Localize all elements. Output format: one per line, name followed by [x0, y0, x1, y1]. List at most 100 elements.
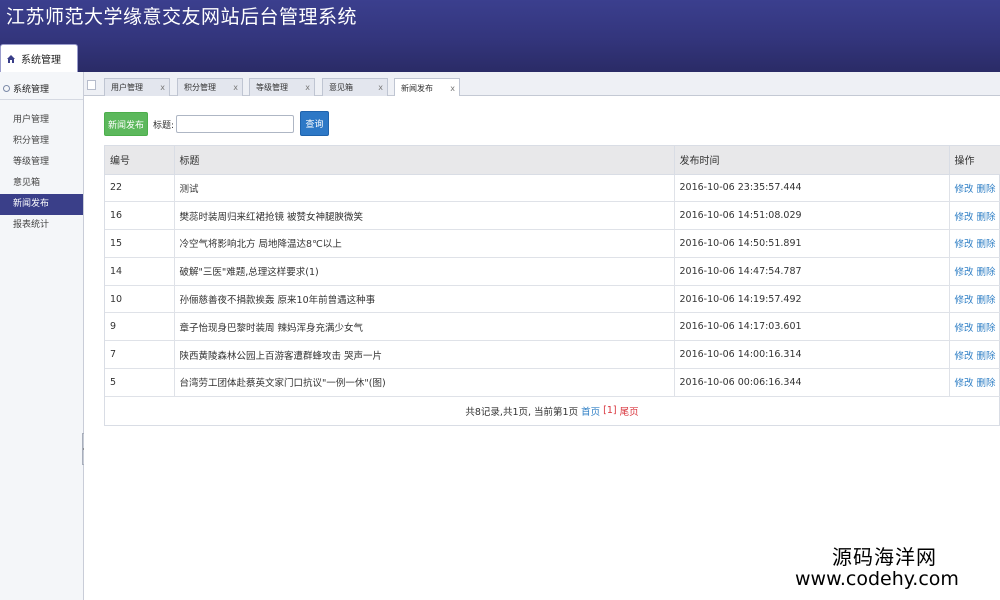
- cell-title: 冷空气将影响北方 局地降温达8℃以上: [174, 229, 675, 258]
- sidebar-item-feedback-box[interactable]: 意见箱: [0, 173, 83, 194]
- delete-link[interactable]: 删除: [977, 184, 996, 195]
- sidebar-group-header[interactable]: 系统管理: [0, 78, 83, 100]
- edit-link[interactable]: 修改: [955, 212, 974, 223]
- close-icon[interactable]: x: [233, 83, 238, 92]
- cell-actions: 修改 删除: [949, 174, 1000, 203]
- cell-title: 樊蕊时装周归来红裙抢镜 被赞女神腿腴微笑: [174, 201, 675, 231]
- cell-title: 破解"三医"难题,总理这样要求(1): [174, 257, 675, 286]
- delete-link[interactable]: 删除: [977, 351, 996, 362]
- cell-title: 章子怡现身巴黎时装周 辣妈浑身充满少女气: [174, 312, 675, 342]
- column-header-publish-time: 发布时间: [674, 146, 950, 175]
- delete-link[interactable]: 删除: [977, 323, 996, 334]
- delete-link[interactable]: 删除: [977, 378, 996, 389]
- edit-link[interactable]: 修改: [955, 239, 974, 250]
- close-icon[interactable]: x: [450, 84, 455, 93]
- cell-id: 14: [105, 257, 175, 286]
- cell-publish-time: 2016-10-06 14:19:57.492: [674, 285, 950, 314]
- tab-news-publish[interactable]: 新闻发布 x: [394, 78, 460, 97]
- sidebar-item-report-statistics[interactable]: 报表统计: [0, 215, 83, 236]
- cell-title: 孙俪慈善夜不捐款挨轰 原来10年前曾遇这种事: [174, 285, 675, 314]
- pagination-summary: 共8记录,共1页, 当前第1页: [465, 406, 579, 418]
- cell-actions: 修改 删除: [949, 201, 1000, 231]
- cell-publish-time: 2016-10-06 00:06:16.344: [674, 368, 950, 397]
- tab-scroll-left-button[interactable]: [87, 80, 96, 90]
- cell-publish-time: 2016-10-06 14:00:16.314: [674, 340, 950, 370]
- watermark-site-name: 源码海洋网: [832, 545, 937, 569]
- cell-id: 22: [105, 174, 175, 203]
- sidebar-group-label: 系统管理: [13, 85, 50, 95]
- table-row: 10 孙俪慈善夜不捐款挨轰 原来10年前曾遇这种事 2016-10-06 14:…: [105, 285, 1000, 314]
- edit-link[interactable]: 修改: [955, 378, 974, 389]
- column-header-title: 标题: [174, 146, 675, 175]
- tab-label: 积分管理: [184, 83, 216, 92]
- watermark-site-url: www.codehy.com: [795, 568, 959, 590]
- app-title: 江苏师范大学缘意交友网站后台管理系统: [6, 6, 358, 28]
- delete-link[interactable]: 删除: [977, 267, 996, 278]
- title-search-input[interactable]: [176, 115, 294, 133]
- sidebar: 系统管理 用户管理 积分管理 等级管理 意见箱 新闻发布 报表统计: [0, 72, 84, 600]
- cell-publish-time: 2016-10-06 14:51:08.029: [674, 201, 950, 231]
- sidebar-menu: 用户管理 积分管理 等级管理 意见箱 新闻发布 报表统计: [0, 110, 83, 236]
- close-icon[interactable]: x: [305, 83, 310, 92]
- table-row: 16 樊蕊时装周归来红裙抢镜 被赞女神腿腴微笑 2016-10-06 14:51…: [105, 201, 1000, 231]
- close-icon[interactable]: x: [378, 83, 383, 92]
- cell-publish-time: 2016-10-06 23:35:57.444: [674, 174, 950, 203]
- pagination: 共8记录,共1页, 当前第1页 首页 [1] 尾页: [105, 397, 999, 425]
- close-icon[interactable]: x: [160, 83, 165, 92]
- edit-link[interactable]: 修改: [955, 351, 974, 362]
- tab-points-management[interactable]: 积分管理 x: [177, 78, 243, 96]
- cell-id: 9: [105, 312, 175, 342]
- cell-id: 5: [105, 368, 175, 397]
- cell-actions: 修改 删除: [949, 312, 1000, 342]
- tab-label: 用户管理: [111, 83, 143, 92]
- cell-title: 陕西黄陵森林公园上百游客遭群蜂攻击 哭声一片: [174, 340, 675, 370]
- last-page-link[interactable]: 尾页: [620, 404, 639, 418]
- sidebar-item-level-management[interactable]: 等级管理: [0, 152, 83, 173]
- delete-link[interactable]: 删除: [977, 239, 996, 250]
- app-header: 江苏师范大学缘意交友网站后台管理系统 系统管理: [0, 0, 1000, 72]
- cell-title: 测试: [174, 174, 675, 203]
- cell-actions: 修改 删除: [949, 340, 1000, 370]
- table-header-row: 编号 标题 发布时间 操作: [105, 146, 1000, 175]
- cell-id: 15: [105, 229, 175, 258]
- column-header-actions: 操作: [949, 146, 1000, 175]
- cell-actions: 修改 删除: [949, 229, 1000, 258]
- query-button[interactable]: 查询: [300, 111, 329, 136]
- cell-actions: 修改 删除: [949, 257, 1000, 286]
- table-row: 22 测试 2016-10-06 23:35:57.444 修改 删除: [105, 174, 1000, 203]
- sidebar-item-points-management[interactable]: 积分管理: [0, 131, 83, 152]
- sidebar-item-user-management[interactable]: 用户管理: [0, 110, 83, 131]
- edit-link[interactable]: 修改: [955, 267, 974, 278]
- first-page-link[interactable]: 首页: [581, 404, 600, 418]
- edit-link[interactable]: 修改: [955, 295, 974, 306]
- tab-feedback-box[interactable]: 意见箱 x: [322, 78, 388, 96]
- delete-link[interactable]: 删除: [977, 295, 996, 306]
- add-news-button[interactable]: 新闻发布: [104, 112, 148, 136]
- table-row: 15 冷空气将影响北方 局地降温达8℃以上 2016-10-06 14:50:5…: [105, 229, 1000, 258]
- table-row: 5 台湾劳工团体赴蔡英文家门口抗议"一例一休"(图) 2016-10-06 00…: [105, 368, 1000, 397]
- cell-publish-time: 2016-10-06 14:17:03.601: [674, 312, 950, 342]
- delete-link[interactable]: 删除: [977, 212, 996, 223]
- tab-label: 意见箱: [329, 83, 353, 92]
- title-search-label: 标题:: [153, 121, 175, 131]
- cell-actions: 修改 删除: [949, 285, 1000, 314]
- edit-link[interactable]: 修改: [955, 323, 974, 334]
- cell-publish-time: 2016-10-06 14:50:51.891: [674, 229, 950, 258]
- tab-user-management[interactable]: 用户管理 x: [104, 78, 170, 96]
- current-page-link[interactable]: [1]: [603, 405, 616, 416]
- column-header-id: 编号: [105, 146, 175, 175]
- system-management-tab[interactable]: 系统管理: [0, 44, 78, 72]
- sidebar-item-news-publish[interactable]: 新闻发布: [0, 194, 83, 215]
- tabs-bar: 用户管理 x 积分管理 x 等级管理 x 意见箱 x 新闻发布 x: [84, 72, 1000, 97]
- system-tab-label: 系统管理: [21, 55, 61, 66]
- cell-actions: 修改 删除: [949, 368, 1000, 397]
- edit-link[interactable]: 修改: [955, 184, 974, 195]
- cell-id: 16: [105, 201, 175, 231]
- cell-title: 台湾劳工团体赴蔡英文家门口抗议"一例一休"(图): [174, 368, 675, 397]
- table-row: 9 章子怡现身巴黎时装周 辣妈浑身充满少女气 2016-10-06 14:17:…: [105, 312, 1000, 342]
- tab-label: 等级管理: [256, 83, 288, 92]
- tab-level-management[interactable]: 等级管理 x: [249, 78, 315, 96]
- home-icon: [7, 54, 15, 63]
- cell-id: 7: [105, 340, 175, 370]
- table-row: 7 陕西黄陵森林公园上百游客遭群蜂攻击 哭声一片 2016-10-06 14:0…: [105, 340, 1000, 370]
